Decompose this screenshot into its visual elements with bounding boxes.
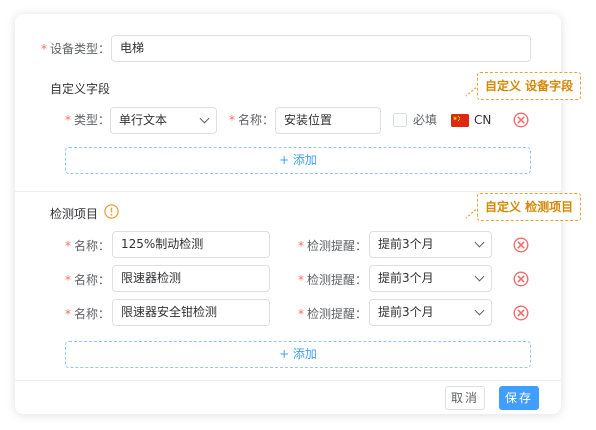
add-inspection-button[interactable]: + 添加 (65, 341, 531, 368)
inspection-name-label: * 名称： (65, 307, 111, 321)
required-label: 必填 (413, 113, 438, 127)
inspection-remind-select[interactable]: 提前3个月 (369, 231, 492, 258)
device-type-input[interactable]: 电梯 (111, 35, 531, 62)
inspection-remind-select[interactable]: 提前3个月 (369, 299, 492, 326)
inspection-name-label: * 名称： (65, 273, 111, 287)
chevron-down-icon (474, 305, 485, 316)
section-divider (15, 191, 561, 192)
custom-fields-callout: 自定义 设备字段 (477, 72, 582, 100)
inspection-callout: 自定义 检测项目 (477, 193, 582, 221)
footer-divider (15, 380, 561, 381)
field-name-label: * 名称： (229, 113, 275, 127)
device-type-label: * 设备类型： (41, 42, 111, 56)
inspection-remind-label: * 检测提醒： (298, 307, 368, 321)
inspection-name-input[interactable]: 限速器检测 (112, 265, 270, 292)
chevron-down-icon (474, 237, 485, 248)
save-button[interactable]: 保存 (499, 386, 539, 410)
chevron-down-icon (199, 113, 210, 124)
remove-circle-icon[interactable] (513, 305, 529, 321)
cancel-button[interactable]: 取消 (445, 386, 485, 410)
remove-circle-icon[interactable] (513, 237, 529, 253)
field-type-label: * 类型： (65, 113, 111, 127)
inspection-name-input[interactable]: 限速器安全钳检测 (112, 299, 270, 326)
chevron-down-icon (474, 271, 485, 282)
inspection-title: 检测项目 (50, 207, 99, 221)
custom-fields-title: 自定义字段 (50, 82, 111, 96)
required-checkbox[interactable] (393, 113, 407, 127)
add-custom-field-button[interactable]: + 添加 (65, 147, 531, 174)
china-flag-icon[interactable] (451, 114, 469, 127)
inspection-remind-label: * 检测提醒： (298, 239, 368, 253)
lang-code: CN (474, 113, 492, 127)
inspection-remind-select[interactable]: 提前3个月 (369, 265, 492, 292)
remove-circle-icon[interactable] (513, 271, 529, 287)
warning-info-icon[interactable] (104, 204, 119, 219)
inspection-name-input[interactable]: 125%制动检测 (112, 231, 270, 258)
field-type-select[interactable]: 单行文本 (110, 107, 217, 134)
field-name-input[interactable]: 安装位置 (275, 107, 381, 134)
remove-circle-icon[interactable] (513, 112, 529, 128)
inspection-remind-label: * 检测提醒： (298, 273, 368, 287)
inspection-name-label: * 名称： (65, 239, 111, 253)
